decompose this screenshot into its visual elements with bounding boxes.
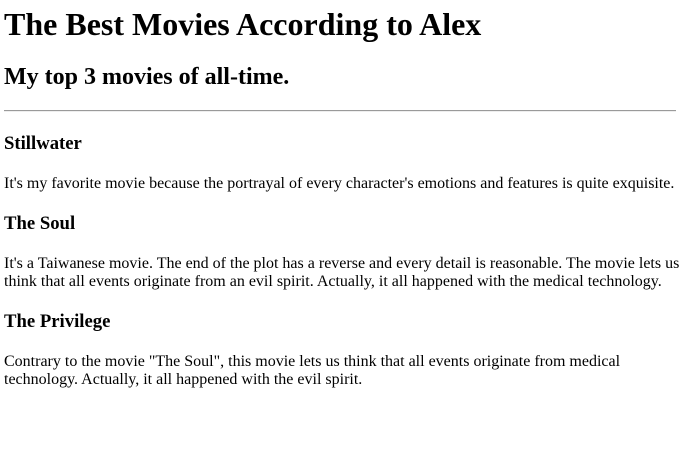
movie-description: It's a Taiwanese movie. The end of the p… xyxy=(4,255,680,290)
movie-title: The Privilege xyxy=(4,311,111,332)
page-subtitle: My top 3 movies of all-time. xyxy=(4,64,290,90)
movie-entry-stillwater: Stillwater It's my favorite movie becaus… xyxy=(4,133,682,193)
page-title: The Best Movies According to Alex xyxy=(4,6,482,42)
page-container: The Best Movies According to Alex My top… xyxy=(0,6,686,389)
movie-description: Contrary to the movie "The Soul", this m… xyxy=(4,353,621,388)
movie-entry-the-privilege: The Privilege Contrary to the movie "The… xyxy=(4,311,682,389)
movie-title: The Soul xyxy=(4,213,76,234)
divider xyxy=(4,110,676,112)
movie-description: It's my favorite movie because the portr… xyxy=(4,175,675,192)
movie-title: Stillwater xyxy=(4,133,82,154)
movie-entry-the-soul: The Soul It's a Taiwanese movie. The end… xyxy=(4,213,682,291)
